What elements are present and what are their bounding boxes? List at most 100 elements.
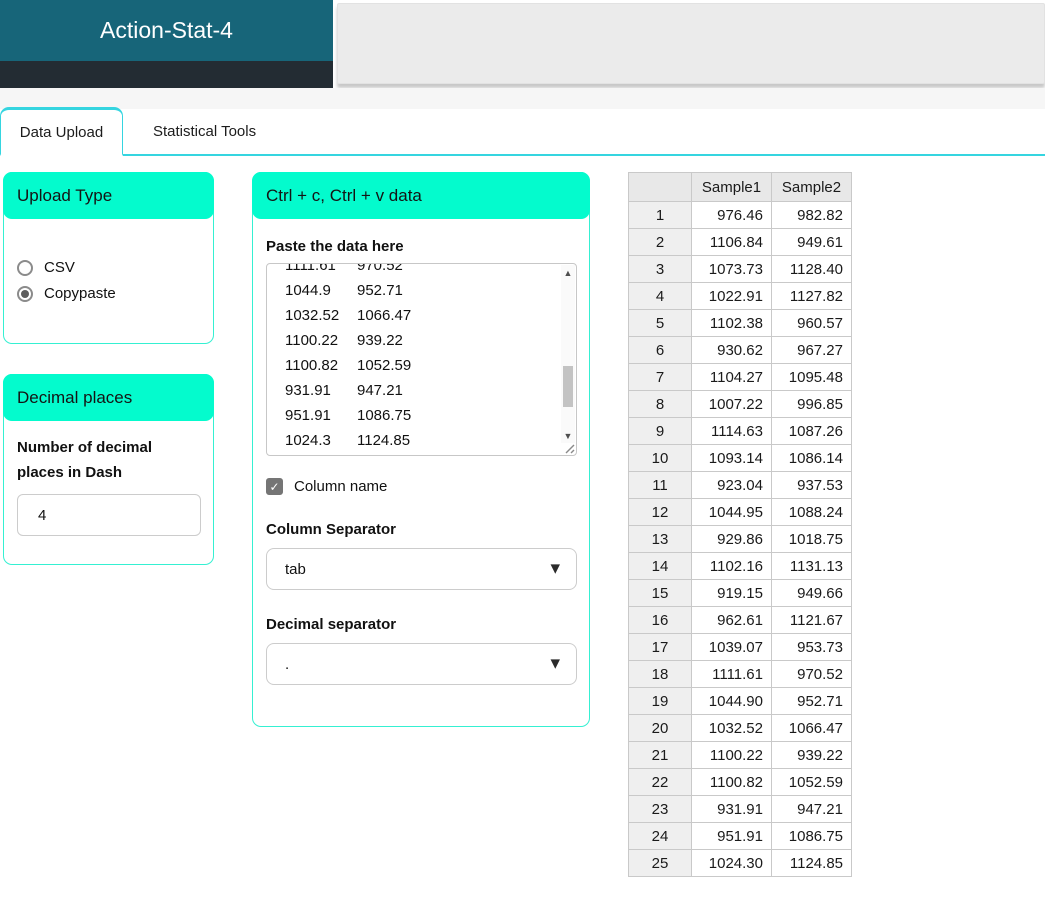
cell-sample2: 1124.85 xyxy=(771,849,852,877)
column-separator-label: Column Separator xyxy=(266,521,397,538)
column-header-index xyxy=(628,172,692,202)
paste-data-card: Ctrl + c, Ctrl + v data Paste the data h… xyxy=(252,172,590,727)
cell-sample2: 1086.14 xyxy=(771,444,852,472)
cell-sample2: 1018.75 xyxy=(771,525,852,553)
textarea-line: 951.91 1086.75 xyxy=(285,407,412,424)
table-row: 19 1044.90 952.71 xyxy=(628,687,852,715)
cell-sample1: 1073.73 xyxy=(691,255,772,283)
row-index: 11 xyxy=(628,471,692,499)
textarea-line: 1024.3 1124.85 xyxy=(285,432,411,449)
cell-sample2: 1088.24 xyxy=(771,498,852,526)
tab-data-upload[interactable]: Data Upload xyxy=(0,107,123,156)
tab-data-upload-label: Data Upload xyxy=(19,123,104,141)
upload-type-card: Upload Type CSV Copypaste xyxy=(3,172,214,344)
cell-sample2: 1066.47 xyxy=(771,714,852,742)
tab-statistical-tools-label: Statistical Tools xyxy=(153,122,257,140)
cell-sample2: 967.27 xyxy=(771,336,852,364)
checkbox-icon: ✓ xyxy=(266,478,283,495)
check-icon: ✓ xyxy=(269,479,280,494)
row-index: 5 xyxy=(628,309,692,337)
decimal-places-card-header: Decimal places xyxy=(3,374,214,421)
cell-sample2: 1087.26 xyxy=(771,417,852,445)
cell-sample2: 1052.59 xyxy=(771,768,852,796)
tab-bar: Data Upload Statistical Tools xyxy=(0,107,1045,156)
row-index: 16 xyxy=(628,606,692,634)
textarea-line: 1032.52 1066.47 xyxy=(285,307,412,324)
radio-copypaste-label: Copypaste xyxy=(44,285,116,302)
column-separator-select[interactable]: tab ▾ xyxy=(266,548,577,590)
table-row: 4 1022.91 1127.82 xyxy=(628,282,852,310)
row-index: 6 xyxy=(628,336,692,364)
row-index: 13 xyxy=(628,525,692,553)
row-index: 4 xyxy=(628,282,692,310)
scrollbar-thumb[interactable] xyxy=(563,366,573,408)
row-index: 24 xyxy=(628,822,692,850)
decimal-places-input[interactable] xyxy=(17,494,201,536)
cell-sample2: 939.22 xyxy=(771,741,852,769)
decimal-separator-value: . xyxy=(285,655,290,673)
cell-sample1: 1104.27 xyxy=(691,363,772,391)
chevron-down-icon: ▾ xyxy=(550,558,560,579)
column-separator-value: tab xyxy=(285,560,306,578)
cell-sample1: 931.91 xyxy=(691,795,772,823)
radio-csv-label: CSV xyxy=(44,259,75,276)
paste-here-label: Paste the data here xyxy=(266,238,404,255)
table-row: 1 976.46 982.82 xyxy=(628,201,852,229)
radio-icon xyxy=(17,285,33,302)
table-row: 14 1102.16 1131.13 xyxy=(628,552,852,580)
chevron-down-icon: ▾ xyxy=(550,653,560,674)
row-index: 19 xyxy=(628,687,692,715)
cell-sample1: 1039.07 xyxy=(691,633,772,661)
cell-sample2: 952.71 xyxy=(771,687,852,715)
row-index: 12 xyxy=(628,498,692,526)
table-row: 20 1032.52 1066.47 xyxy=(628,714,852,742)
decimal-separator-select[interactable]: . ▾ xyxy=(266,643,577,685)
cell-sample1: 1111.61 xyxy=(691,660,772,688)
textarea-scrollbar[interactable]: ▲ ▼ xyxy=(561,265,575,443)
row-index: 15 xyxy=(628,579,692,607)
tab-statistical-tools[interactable]: Statistical Tools xyxy=(123,108,286,154)
table-row: 11 923.04 937.53 xyxy=(628,471,852,499)
cell-sample1: 929.86 xyxy=(691,525,772,553)
cell-sample1: 923.04 xyxy=(691,471,772,499)
column-name-checkbox-label: Column name xyxy=(294,478,388,495)
resize-grip-icon[interactable] xyxy=(563,442,575,454)
app-root: Action-Stat-4 Data Upload Statistical To… xyxy=(0,0,1045,917)
paste-textarea[interactable]: 1111.61 970.52 1044.9 952.71 1032.52 1066.47 1… xyxy=(266,263,577,456)
cell-sample1: 1032.52 xyxy=(691,714,772,742)
cell-sample2: 996.85 xyxy=(771,390,852,418)
textarea-line: 1100.22 939.22 xyxy=(285,332,403,349)
cell-sample1: 1106.84 xyxy=(691,228,772,256)
table-header: Sample1 Sample2 xyxy=(628,172,852,202)
decimal-places-label: Number of decimal places in Dash xyxy=(17,439,153,481)
row-index: 8 xyxy=(628,390,692,418)
column-name-checkbox[interactable]: ✓ Column name xyxy=(266,478,576,495)
app-banner: Action-Stat-4 xyxy=(0,0,333,61)
scroll-down-icon[interactable]: ▼ xyxy=(561,431,575,441)
paste-textarea-content: 1111.61 970.52 1044.9 952.71 1032.52 1066.47 1… xyxy=(267,263,576,453)
upload-type-options: CSV Copypaste xyxy=(4,219,213,302)
scroll-up-icon[interactable]: ▲ xyxy=(561,268,575,278)
paste-data-card-header: Ctrl + c, Ctrl + v data xyxy=(252,172,590,219)
cell-sample2: 960.57 xyxy=(771,309,852,337)
textarea-line: 1111.61 970.52 xyxy=(285,263,403,274)
cell-sample1: 1100.82 xyxy=(691,768,772,796)
table-row: 3 1073.73 1128.40 xyxy=(628,255,852,283)
cell-sample2: 949.66 xyxy=(771,579,852,607)
table-row: 23 931.91 947.21 xyxy=(628,795,852,823)
cell-sample2: 1086.75 xyxy=(771,822,852,850)
radio-csv[interactable]: CSV xyxy=(17,259,200,276)
row-index: 21 xyxy=(628,741,692,769)
cell-sample1: 1102.38 xyxy=(691,309,772,337)
row-index: 3 xyxy=(628,255,692,283)
cell-sample1: 1044.90 xyxy=(691,687,772,715)
cell-sample2: 1128.40 xyxy=(771,255,852,283)
radio-copypaste[interactable]: Copypaste xyxy=(17,285,200,302)
banner-dark-strip xyxy=(0,61,333,88)
table-row: 13 929.86 1018.75 xyxy=(628,525,852,553)
cell-sample1: 1022.91 xyxy=(691,282,772,310)
cell-sample1: 951.91 xyxy=(691,822,772,850)
cell-sample1: 976.46 xyxy=(691,201,772,229)
textarea-line: 1100.82 1052.59 xyxy=(285,357,412,374)
cell-sample2: 1127.82 xyxy=(771,282,852,310)
